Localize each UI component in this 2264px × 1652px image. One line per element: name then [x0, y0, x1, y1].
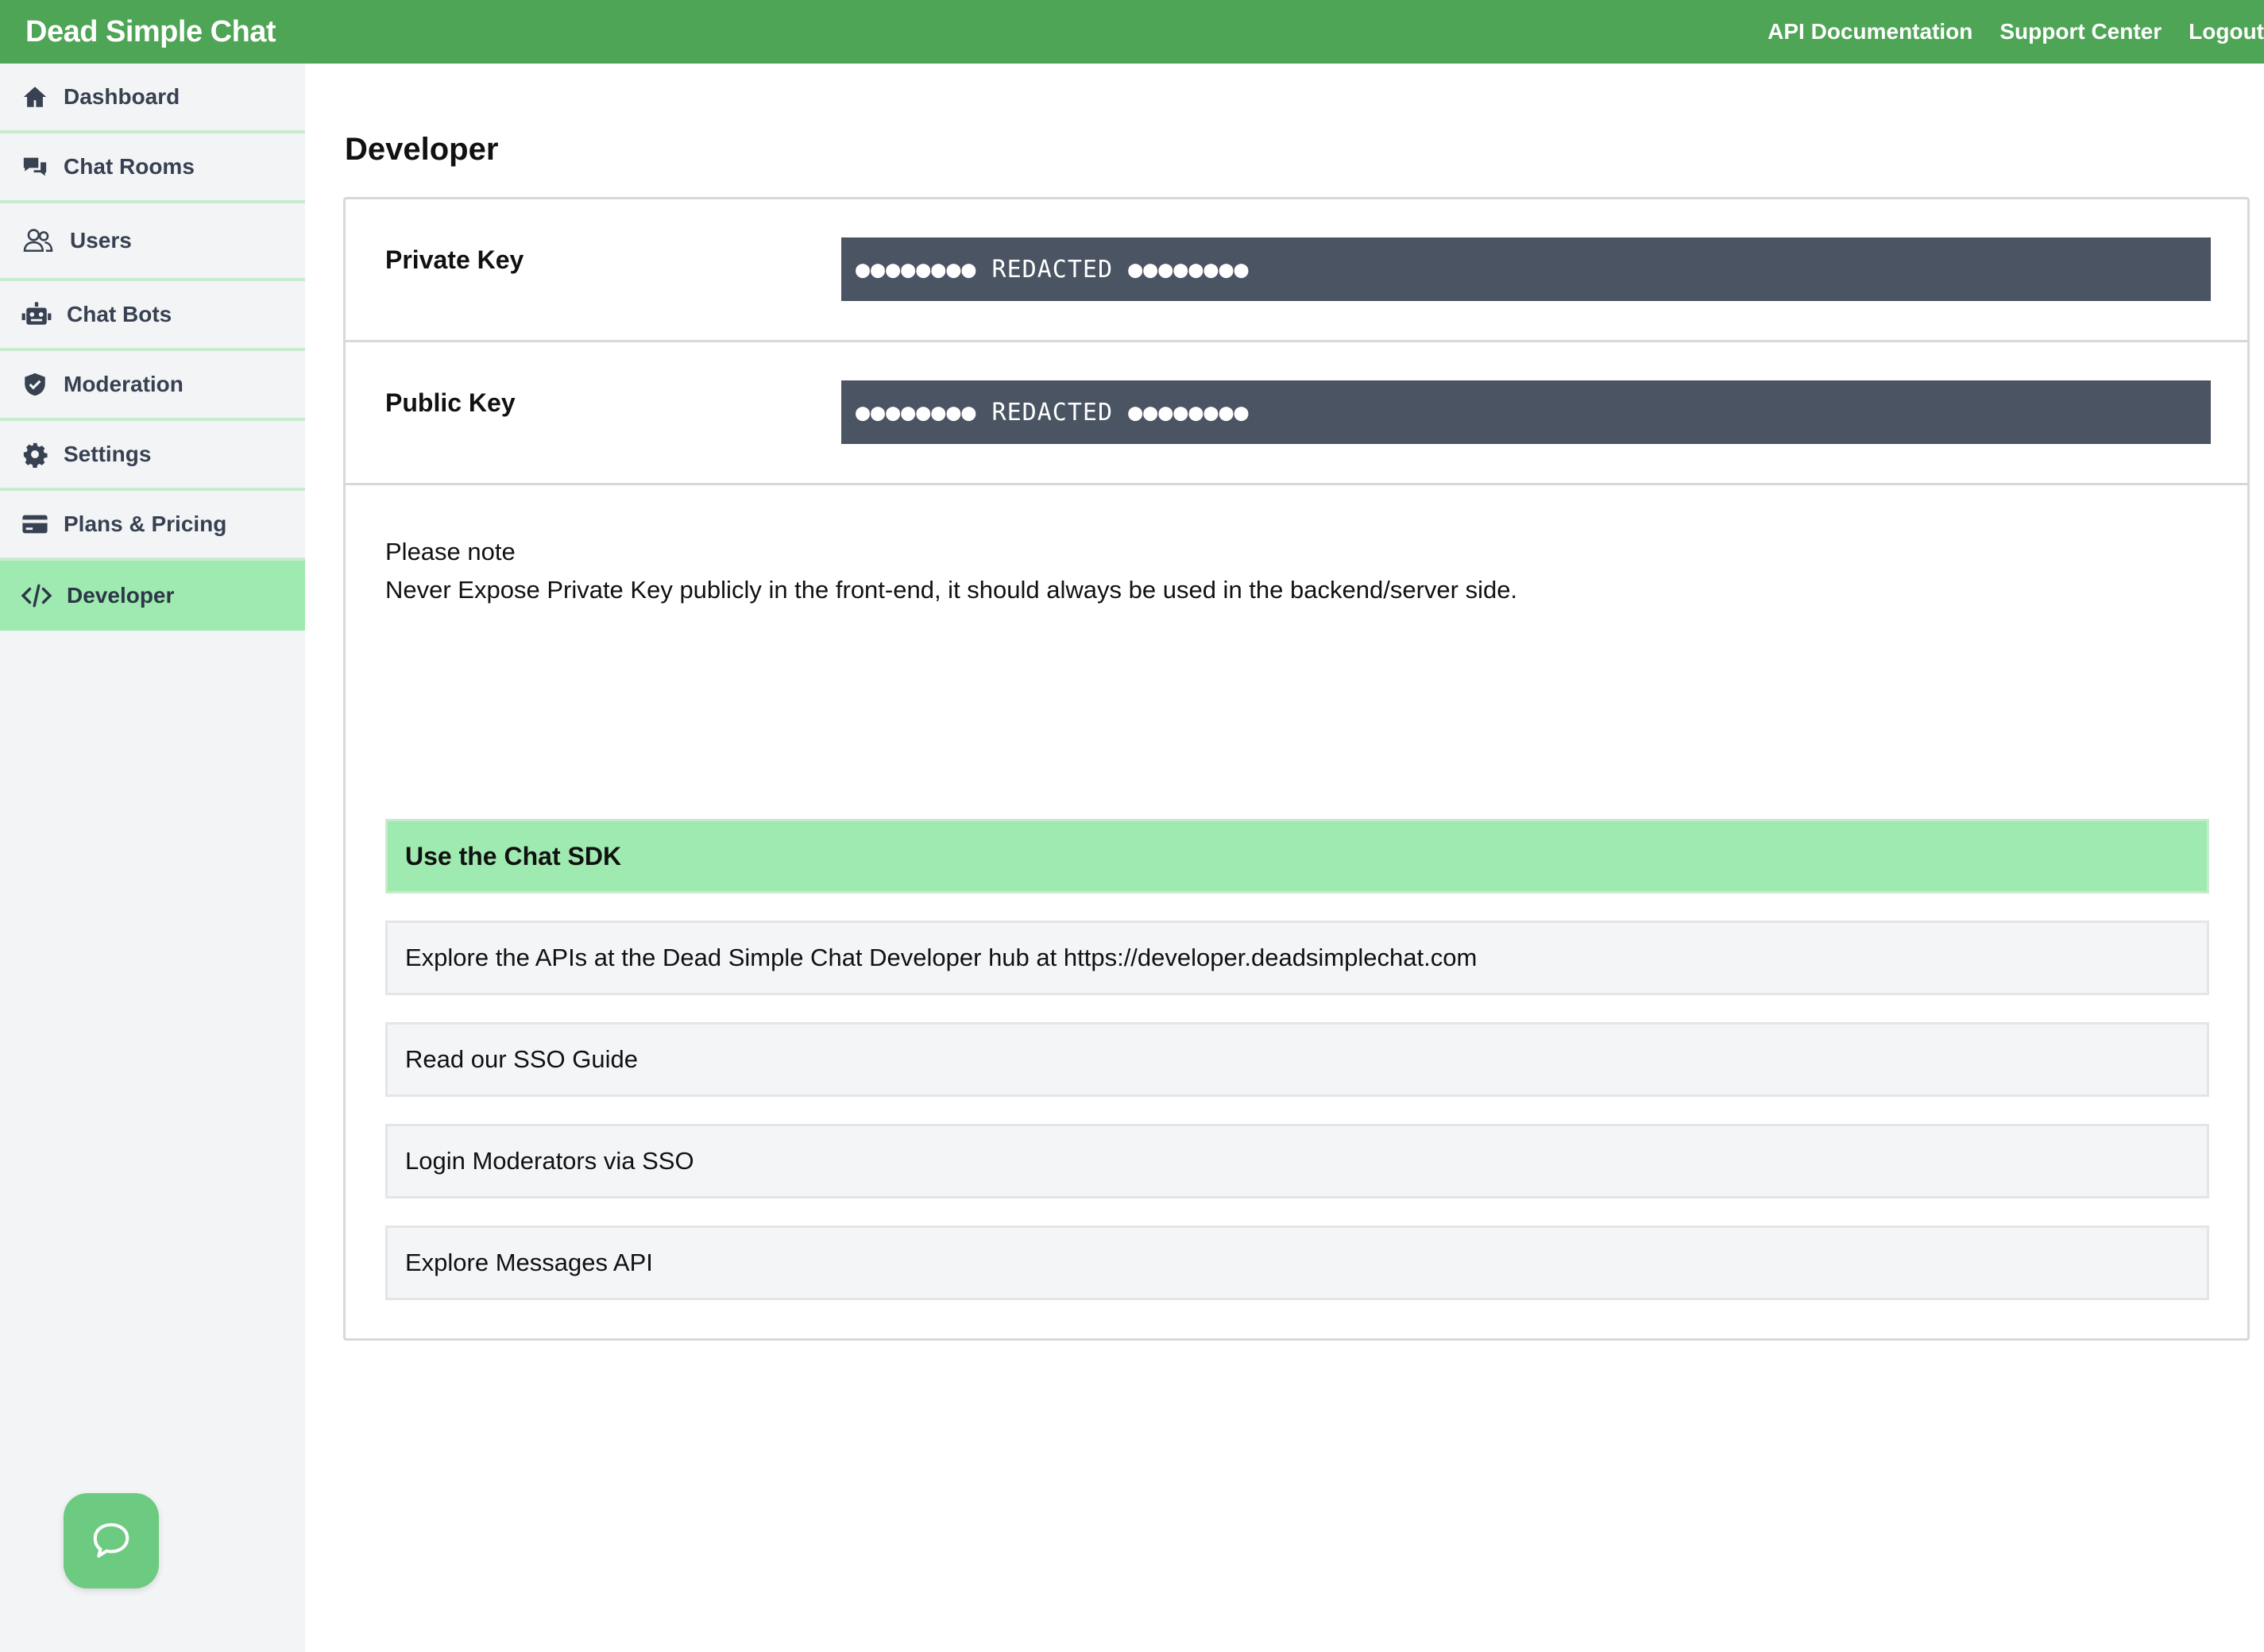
credit-card-icon — [21, 510, 49, 538]
logout-link[interactable]: Logout — [2189, 19, 2264, 44]
support-center-link[interactable]: Support Center — [1999, 19, 2162, 44]
sidebar-item-moderation[interactable]: Moderation — [0, 351, 305, 421]
sidebar-item-label: Chat Rooms — [64, 154, 195, 179]
sidebar-item-label: Developer — [67, 583, 175, 608]
sdk-item-developer-hub[interactable]: Explore the APIs at the Dead Simple Chat… — [385, 921, 2209, 995]
chat-bubbles-icon — [21, 152, 49, 181]
sdk-item-login-moderators-sso[interactable]: Login Moderators via SSO — [385, 1124, 2209, 1198]
page-title: Developer — [345, 132, 499, 167]
private-key-label: Private Key — [385, 245, 524, 274]
api-documentation-link[interactable]: API Documentation — [1768, 19, 1972, 44]
note-text: Never Expose Private Key publicly in the… — [385, 576, 1518, 604]
public-key-label: Public Key — [385, 388, 516, 417]
sdk-header: Use the Chat SDK — [385, 819, 2209, 894]
private-key-value[interactable]: ●●●●●●●● REDACTED ●●●●●●●● — [841, 237, 2211, 301]
chat-icon — [93, 1523, 129, 1558]
main-content: Developer Private Key ●●●●●●●● REDACTED … — [305, 64, 2264, 1652]
sidebar-item-dashboard[interactable]: Dashboard — [0, 64, 305, 133]
sidebar-item-label: Settings — [64, 442, 152, 466]
sidebar-item-chat-bots[interactable]: Chat Bots — [0, 281, 305, 351]
sidebar: Dashboard Chat Rooms Users Chat Bots Mod… — [0, 64, 305, 1652]
sidebar-item-users[interactable]: Users — [0, 203, 305, 281]
developer-card: Private Key ●●●●●●●● REDACTED ●●●●●●●● P… — [343, 197, 2250, 1341]
sidebar-item-label: Dashboard — [64, 84, 180, 109]
sidebar-item-label: Moderation — [64, 372, 184, 396]
sidebar-item-chat-rooms[interactable]: Chat Rooms — [0, 133, 305, 203]
code-icon — [21, 581, 52, 610]
sidebar-item-label: Users — [70, 228, 132, 253]
public-key-value[interactable]: ●●●●●●●● REDACTED ●●●●●●●● — [841, 380, 2211, 444]
sidebar-item-plans-pricing[interactable]: Plans & Pricing — [0, 491, 305, 561]
top-nav: API Documentation Support Center Logout — [1740, 0, 2264, 64]
sidebar-item-label: Plans & Pricing — [64, 511, 227, 536]
top-bar: Dead Simple Chat API Documentation Suppo… — [0, 0, 2264, 64]
sdk-item-sso-guide[interactable]: Read our SSO Guide — [385, 1022, 2209, 1097]
brand-logo[interactable]: Dead Simple Chat — [25, 15, 276, 49]
note-section: Please note Never Expose Private Key pub… — [385, 533, 1517, 609]
gear-icon — [21, 440, 49, 469]
robot-icon — [21, 300, 52, 329]
shield-icon — [21, 370, 49, 399]
sidebar-item-developer[interactable]: Developer — [0, 561, 305, 631]
sdk-item-messages-api[interactable]: Explore Messages API — [385, 1225, 2209, 1300]
sidebar-item-settings[interactable]: Settings — [0, 421, 305, 491]
home-icon — [21, 83, 49, 111]
private-key-row: Private Key ●●●●●●●● REDACTED ●●●●●●●● — [346, 199, 2247, 342]
users-icon — [21, 226, 56, 255]
sidebar-item-label: Chat Bots — [67, 302, 172, 326]
chat-widget-button[interactable] — [64, 1493, 159, 1588]
public-key-row: Public Key ●●●●●●●● REDACTED ●●●●●●●● — [346, 342, 2247, 485]
note-title: Please note — [385, 538, 516, 565]
